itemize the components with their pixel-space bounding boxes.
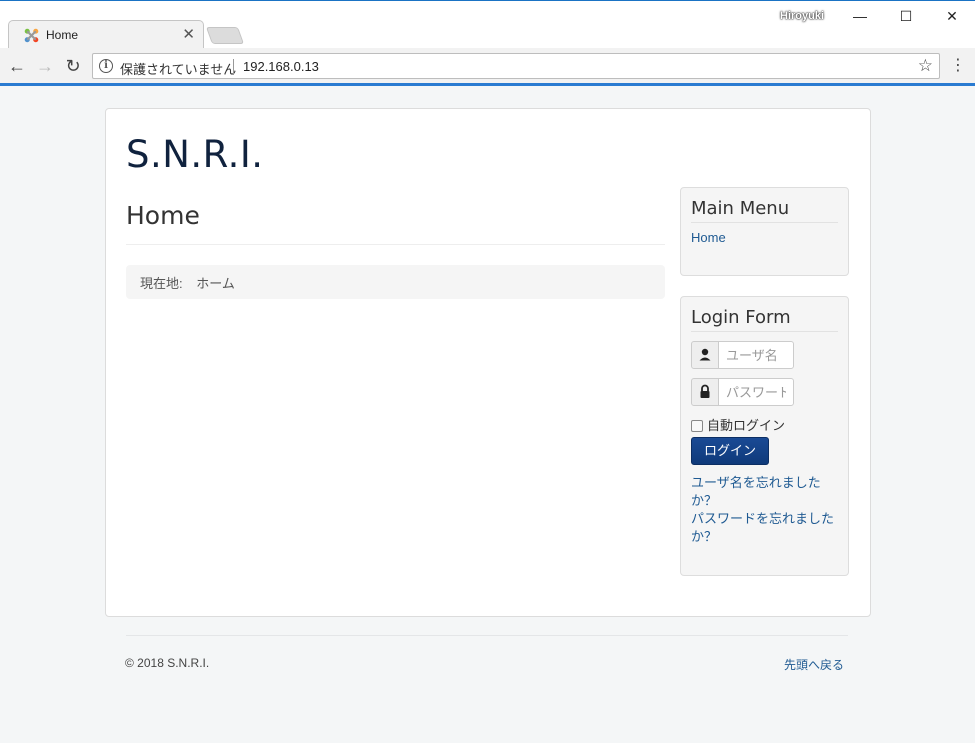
back-to-top-link[interactable]: 先頭へ戻る	[784, 656, 844, 673]
maximize-icon[interactable]: ☐	[886, 4, 926, 28]
footer-divider	[126, 635, 848, 636]
profile-name[interactable]: Hiroyuki	[780, 10, 824, 22]
main-menu-module: Main Menu Home	[680, 187, 849, 276]
tab-close-icon[interactable]: ✕	[182, 25, 195, 45]
username-input[interactable]	[718, 341, 794, 369]
forgot-username-line2[interactable]: か？	[691, 493, 717, 508]
page-container: S.N.R.I. Home 現在地: ホーム Main Menu Home Lo…	[105, 108, 871, 617]
main-menu-title: Main Menu	[691, 198, 790, 219]
forgot-username-line1[interactable]: ユーザ名を忘れました	[691, 475, 821, 490]
url-text[interactable]: 192.168.0.13	[243, 59, 319, 74]
page-title: Home	[126, 201, 200, 230]
new-tab-button[interactable]	[205, 27, 245, 44]
password-input-group	[691, 378, 796, 406]
remember-me: 自動ログイン	[691, 415, 785, 434]
footer-copyright: © 2018 S.N.R.I.	[125, 656, 210, 670]
breadcrumb-label: 現在地:	[140, 276, 183, 291]
browser-toolbar: ← → ↻ i 保護されていません 192.168.0.13 ☆ ⋮	[0, 48, 975, 86]
joomla-favicon-icon	[24, 28, 39, 43]
back-arrow-icon[interactable]: ←	[6, 55, 28, 77]
module-divider	[691, 331, 838, 332]
security-label[interactable]: 保護されていません	[120, 59, 236, 78]
menu-item-home[interactable]: Home	[691, 230, 726, 245]
module-divider	[691, 222, 838, 223]
tab-title: Home	[46, 28, 79, 42]
breadcrumb: 現在地: ホーム	[126, 265, 665, 299]
address-separator	[233, 59, 234, 75]
site-title[interactable]: S.N.R.I.	[126, 133, 264, 176]
info-icon[interactable]: i	[99, 59, 113, 73]
window-close-icon[interactable]: ✕	[932, 4, 972, 28]
minimize-icon[interactable]: —	[840, 4, 880, 28]
login-button[interactable]: ログイン	[691, 437, 769, 465]
login-form-title: Login Form	[691, 307, 791, 328]
bookmark-star-icon[interactable]: ☆	[918, 56, 933, 76]
forgot-password-line1[interactable]: パスワードを忘れました	[691, 511, 834, 526]
breadcrumb-current: ホーム	[196, 276, 235, 291]
forgot-password-link[interactable]: パスワードを忘れました か？	[691, 510, 841, 546]
forgot-password-line2[interactable]: か？	[691, 529, 717, 544]
heading-divider	[126, 244, 665, 245]
address-bar[interactable]: i 保護されていません 192.168.0.13 ☆	[92, 53, 940, 79]
remember-label[interactable]: 自動ログイン	[707, 418, 785, 433]
browser-tab[interactable]: Home ✕	[8, 20, 204, 50]
remember-checkbox[interactable]	[691, 420, 703, 432]
browser-menu-icon[interactable]: ⋮	[950, 56, 966, 76]
user-icon	[691, 341, 719, 369]
forward-arrow-icon[interactable]: →	[34, 55, 56, 77]
browser-titlebar: Home ✕ Hiroyuki — ☐ ✕	[0, 0, 975, 50]
username-input-group	[691, 341, 796, 369]
forgot-username-link[interactable]: ユーザ名を忘れました か？	[691, 474, 841, 510]
reload-icon[interactable]: ↻	[62, 55, 84, 77]
login-form-module: Login Form 自動ログイン ログイン	[680, 296, 849, 576]
password-input[interactable]	[718, 378, 794, 406]
lock-icon	[691, 378, 719, 406]
